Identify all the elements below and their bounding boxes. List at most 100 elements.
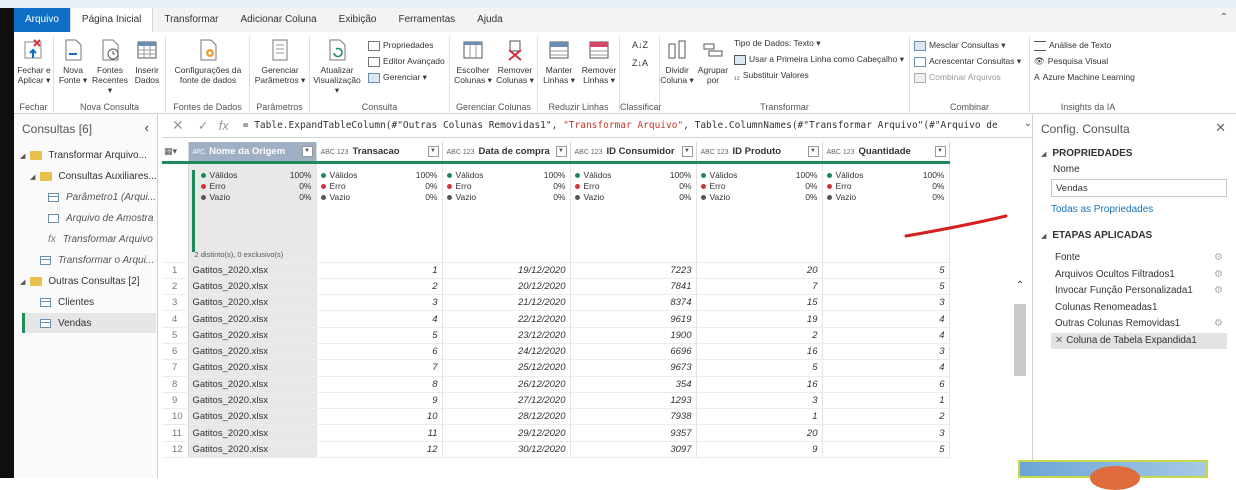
table-row[interactable]: 2 Gatitos_2020.xlsx 2 20/12/2020 7841 7 5 [162, 278, 950, 296]
table-cell[interactable]: 5 [696, 359, 823, 377]
combine-files-button[interactable]: Combinar Arquivos [914, 72, 1001, 83]
table-cell[interactable]: 29/12/2020 [442, 424, 571, 442]
tab-adicionar-coluna[interactable]: Adicionar Coluna [229, 8, 327, 32]
table-cell[interactable]: 2 [696, 327, 823, 344]
scroll-up-icon[interactable]: ⌃ [1014, 280, 1026, 291]
cell-nome-origem[interactable]: Gatitos_2020.xlsx [188, 424, 317, 442]
table-cell[interactable]: 1 [696, 408, 823, 426]
advanced-editor-button[interactable]: Editor Avançado [368, 56, 445, 67]
column-header-id-produto[interactable]: ABC 123 ID Produto ▼ [696, 142, 823, 164]
query-clientes[interactable]: Clientes [40, 297, 94, 308]
table-cell[interactable]: 11 [316, 424, 443, 442]
keep-rows-button[interactable]: Manter Linhas ▾ [540, 38, 578, 85]
table-cell[interactable]: 5 [822, 262, 950, 279]
gear-icon[interactable]: ⚙ [1214, 283, 1223, 299]
formula-input[interactable]: = Table.ExpandTableColumn(#"Outras Colun… [243, 120, 1003, 131]
filter-dropdown-icon[interactable]: ▼ [301, 146, 313, 157]
table-row[interactable]: 7 Gatitos_2020.xlsx 7 25/12/2020 9673 5 4 [162, 359, 950, 377]
table-cell[interactable]: 21/12/2020 [442, 294, 571, 312]
table-cell[interactable]: 7841 [570, 278, 697, 296]
query-folder-transformar[interactable]: ◢ Transformar Arquivo... [20, 150, 147, 161]
table-row[interactable]: 3 Gatitos_2020.xlsx 3 21/12/2020 8374 15 3 [162, 294, 950, 312]
table-cell[interactable]: 1293 [570, 392, 697, 410]
table-cell[interactable]: 4 [822, 359, 950, 377]
enter-data-button[interactable]: Inserir Dados [132, 38, 162, 85]
table-cell[interactable]: 7 [696, 278, 823, 296]
query-name-input[interactable] [1051, 179, 1227, 197]
table-cell[interactable]: 4 [822, 327, 950, 344]
filter-dropdown-icon[interactable]: ▼ [555, 146, 567, 157]
table-cell[interactable]: 16 [696, 343, 823, 361]
table-cell[interactable]: 12 [316, 441, 443, 459]
collapse-ribbon-icon[interactable]: ⌃ [1220, 12, 1228, 23]
table-cell[interactable]: 9 [696, 441, 823, 459]
table-cell[interactable]: 22/12/2020 [442, 310, 571, 328]
column-header-data-compra[interactable]: ABC 123 Data de compra ▼ [442, 142, 571, 164]
query-folder-outras[interactable]: ◢ Outras Consultas [2] [20, 276, 140, 287]
table-cell[interactable]: 4 [822, 310, 950, 328]
sort-descending-button[interactable]: Z↓A [632, 58, 648, 69]
remove-rows-button[interactable]: Remover Linhas ▾ [580, 38, 618, 85]
properties-button[interactable]: Propriedades [368, 40, 434, 51]
filter-dropdown-icon[interactable]: ▼ [427, 146, 439, 157]
confirm-formula-icon[interactable]: ✓ [198, 118, 209, 134]
applied-step[interactable]: Arquivos Ocultos Filtrados1 ⚙ [1051, 267, 1227, 283]
table-cell[interactable]: 30/12/2020 [442, 441, 571, 459]
data-type-dropdown[interactable]: Tipo de Dados: Texto ▾ [734, 38, 820, 49]
applied-step[interactable]: Invocar Função Personalizada1 ⚙ [1051, 283, 1227, 299]
column-header-transacao[interactable]: ABC 123 Transacao ▼ [316, 142, 443, 164]
tab-arquivo[interactable]: Arquivo [14, 8, 70, 32]
new-source-button[interactable]: Nova Fonte ▾ [56, 38, 90, 85]
table-cell[interactable]: 5 [316, 327, 443, 344]
table-cell[interactable]: 16 [696, 376, 823, 393]
cell-nome-origem[interactable]: Gatitos_2020.xlsx [188, 376, 317, 393]
cell-nome-origem[interactable]: Gatitos_2020.xlsx [188, 408, 317, 426]
table-cell[interactable]: 2 [316, 278, 443, 296]
table-cell[interactable]: 20 [696, 424, 823, 442]
applied-step[interactable]: Fonte ⚙ [1051, 250, 1227, 266]
table-cell[interactable]: 8 [316, 376, 443, 393]
applied-step[interactable]: Colunas Renomeadas1 [1051, 300, 1227, 316]
table-cell[interactable]: 354 [570, 376, 697, 393]
choose-columns-button[interactable]: Escolher Colunas ▾ [452, 38, 494, 85]
query-arquivo-amostra[interactable]: Arquivo de Amostra [48, 213, 153, 224]
table-cell[interactable]: 19/12/2020 [442, 262, 571, 279]
table-menu-button[interactable]: ▦▾ [162, 142, 189, 164]
table-cell[interactable]: 6696 [570, 343, 697, 361]
table-cell[interactable]: 3 [822, 424, 950, 442]
column-header-nome-origem[interactable]: AᴮC Nome da Origem ▼ [188, 142, 317, 164]
table-cell[interactable]: 7938 [570, 408, 697, 426]
table-cell[interactable]: 3 [696, 392, 823, 410]
sort-ascending-button[interactable]: A↓Z [632, 40, 648, 51]
scroll-thumb[interactable] [1014, 304, 1026, 376]
applied-step[interactable]: ✕ Coluna de Tabela Expandida1 [1051, 332, 1227, 349]
remove-columns-button[interactable]: Remover Colunas ▾ [494, 38, 536, 85]
refresh-preview-button[interactable]: Atualizar Visualização ▾ [310, 38, 364, 95]
table-cell[interactable]: 5 [822, 278, 950, 296]
manage-parameters-button[interactable]: Gerenciar Parâmetros ▾ [252, 38, 308, 85]
cancel-formula-icon[interactable]: ✕ [172, 117, 184, 134]
cell-nome-origem[interactable]: Gatitos_2020.xlsx [188, 392, 317, 410]
query-transformar-arquivo[interactable]: fx Transformar Arquivo [48, 234, 153, 245]
recent-sources-button[interactable]: Fontes Recentes ▾ [92, 38, 128, 95]
table-cell[interactable]: 1 [822, 392, 950, 410]
column-header-quantidade[interactable]: ABC 123 Quantidade ▼ [822, 142, 950, 164]
table-cell[interactable]: 6 [822, 376, 950, 393]
manage-query-button[interactable]: Gerenciar ▾ [368, 72, 427, 83]
table-cell[interactable]: 3 [822, 343, 950, 361]
cell-nome-origem[interactable]: Gatitos_2020.xlsx [188, 310, 317, 328]
table-cell[interactable]: 7 [316, 359, 443, 377]
tab-exibicao[interactable]: Exibição [328, 8, 388, 32]
table-row[interactable]: 5 Gatitos_2020.xlsx 5 23/12/2020 1900 2 4 [162, 327, 950, 344]
table-row[interactable]: 1 Gatitos_2020.xlsx 1 19/12/2020 7223 20 5 [162, 262, 950, 279]
table-cell[interactable]: 27/12/2020 [442, 392, 571, 410]
collapse-pane-icon[interactable]: ‹ [145, 120, 149, 135]
table-row[interactable]: 8 Gatitos_2020.xlsx 8 26/12/2020 354 16 6 [162, 376, 950, 393]
table-cell[interactable]: 24/12/2020 [442, 343, 571, 361]
table-cell[interactable]: 20/12/2020 [442, 278, 571, 296]
delete-step-icon[interactable]: ✕ [1055, 335, 1063, 346]
close-apply-button[interactable]: Fechar e Aplicar ▾ [17, 38, 51, 85]
cell-nome-origem[interactable]: Gatitos_2020.xlsx [188, 294, 317, 312]
vertical-scrollbar[interactable]: ⌃ [1014, 280, 1026, 478]
table-row[interactable]: 9 Gatitos_2020.xlsx 9 27/12/2020 1293 3 1 [162, 392, 950, 410]
